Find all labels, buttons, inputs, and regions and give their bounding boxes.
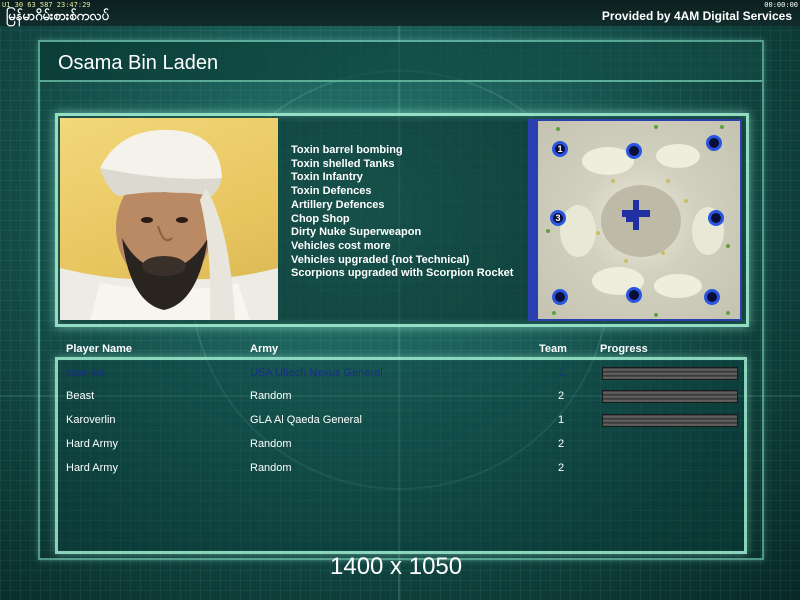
feature-item: Toxin barrel bombing bbox=[291, 144, 403, 156]
feature-item: Vehicles upgraded {not Technical) bbox=[291, 253, 470, 266]
resolution-label: 1400 x 1050 bbox=[330, 553, 463, 580]
header-team: Team bbox=[539, 343, 567, 355]
brand-title: မြန်မာဂိမ်းစားစ်ကလပ် bbox=[6, 9, 109, 24]
player-team: 2 bbox=[558, 390, 565, 402]
table-row[interactable]: Hard Army Random 2 bbox=[0, 462, 800, 480]
general-features-list: Toxin barrel bombing Toxin shelled Tanks… bbox=[291, 144, 513, 281]
feature-item: Chop Shop bbox=[291, 212, 350, 225]
player-army: Random bbox=[250, 438, 292, 450]
feature-item: Vehicles cost more bbox=[291, 239, 391, 252]
start-position[interactable]: 1 bbox=[552, 141, 568, 157]
start-position[interactable] bbox=[704, 289, 720, 305]
start-position[interactable] bbox=[626, 287, 642, 303]
feature-item: Toxin Infantry bbox=[291, 171, 363, 184]
progress-bar bbox=[602, 414, 738, 427]
table-row[interactable]: Karoverlin GLA Al Qaeda General 1 bbox=[0, 414, 800, 432]
feature-item: Artillery Defences bbox=[291, 198, 385, 211]
general-name: Osama Bin Laden bbox=[58, 52, 219, 74]
player-name: Hard Army bbox=[66, 462, 118, 474]
header-player-name: Player Name bbox=[66, 343, 133, 355]
progress-bar bbox=[602, 367, 738, 380]
progress-bar bbox=[602, 390, 738, 403]
header-army: Army bbox=[250, 343, 279, 355]
start-position[interactable] bbox=[626, 143, 642, 159]
clock: 00:00:00 bbox=[764, 1, 798, 9]
portrait-image bbox=[60, 129, 278, 320]
player-team: 1 bbox=[558, 414, 565, 426]
player-army: GLA Al Qaeda General bbox=[250, 414, 362, 426]
player-name: moe lee bbox=[66, 367, 106, 379]
player-army: Random bbox=[250, 390, 292, 402]
provided-by-label: Provided by 4AM Digital Services bbox=[601, 9, 792, 23]
player-team: 1 bbox=[558, 367, 565, 379]
start-position[interactable] bbox=[706, 135, 722, 151]
table-row[interactable]: moe lee USA Ultech Nexus General 1 bbox=[0, 367, 800, 385]
player-team: 2 bbox=[558, 462, 565, 474]
player-army: Random bbox=[250, 462, 292, 474]
general-portrait bbox=[60, 118, 278, 320]
center-base-marker bbox=[622, 200, 650, 230]
player-team: 2 bbox=[558, 438, 565, 450]
table-row[interactable]: Hard Army Random 2 bbox=[0, 438, 800, 456]
start-position[interactable]: 3 bbox=[550, 210, 566, 226]
table-row[interactable]: Beast Random 2 bbox=[0, 390, 800, 408]
player-name: Hard Army bbox=[66, 438, 118, 450]
feature-item: Dirty Nuke Superweapon bbox=[291, 226, 422, 239]
feature-item: Toxin shelled Tanks bbox=[291, 157, 395, 170]
top-bar: U1 30 63 587 23:47:29 မြန်မာဂိမ်းစားစ်ကလ… bbox=[0, 0, 800, 26]
start-position[interactable] bbox=[552, 289, 568, 305]
header-progress: Progress bbox=[600, 343, 648, 355]
player-name: Beast bbox=[66, 390, 95, 402]
minimap-side-bar bbox=[530, 121, 538, 319]
player-name: Karoverlin bbox=[66, 414, 116, 426]
start-position[interactable] bbox=[708, 210, 724, 226]
player-army: USA Ultech Nexus General bbox=[250, 367, 383, 379]
feature-item: Scorpions upgraded with Scorpion Rocket bbox=[291, 267, 514, 280]
feature-item: Toxin Defences bbox=[291, 185, 372, 198]
